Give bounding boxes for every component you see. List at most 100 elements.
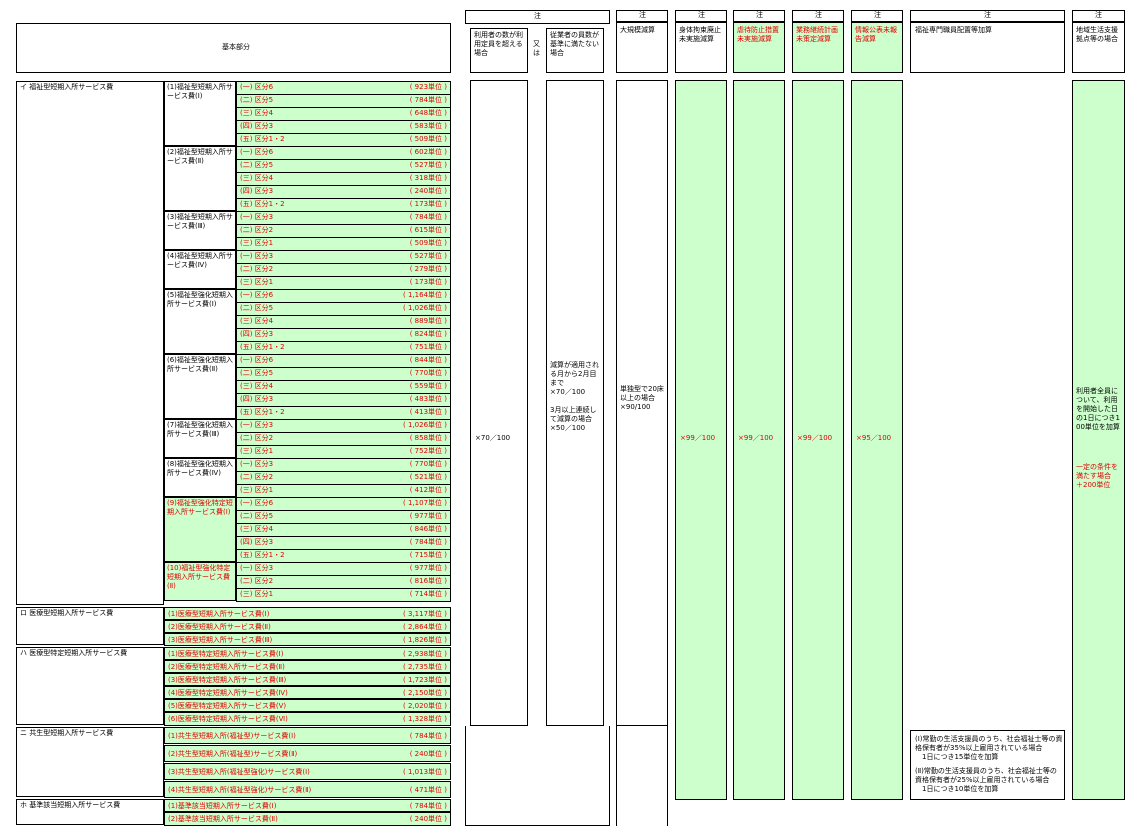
row-value: ( 2,735単位 ) [403, 663, 447, 671]
service-group-label: (6)福祉型強化短期入所サービス費(Ⅱ) [167, 356, 233, 373]
row-value: ( 889単位 ) [409, 317, 447, 325]
row-value: ( 844単位 ) [409, 356, 447, 364]
row-label: (1)医療型短期入所サービス費(Ⅰ) [168, 610, 270, 618]
category-label: ハ 医療型特定短期入所サービス費 [20, 649, 128, 657]
row-value: ( 318単位 ) [409, 174, 447, 182]
service-group-label: (2)福祉型短期入所サービス費(Ⅱ) [167, 148, 233, 165]
table-row: (一) 区分6 ( 1,164単位 ) [236, 289, 451, 303]
row-label: (二) 区分2 [240, 226, 274, 234]
row-value: ( 752単位 ) [409, 447, 447, 455]
table-row: (一) 区分6 ( 602単位 ) [236, 146, 451, 160]
large-scale-label: 大規模減算 [620, 26, 655, 34]
row-value: ( 784単位 ) [409, 538, 447, 546]
service-group-cell: (6)福祉型強化短期入所サービス費(Ⅱ) [164, 354, 236, 419]
row-value: ( 784単位 ) [409, 732, 447, 740]
row-label: (一) 区分3 [240, 213, 274, 221]
row-label: (五) 区分1・2 [240, 343, 285, 351]
row-value: ( 1,107単位 ) [403, 499, 447, 507]
service-group-label: (3)福祉型短期入所サービス費(Ⅲ) [167, 213, 233, 230]
category-label: ロ 医療型短期入所サービス費 [20, 609, 114, 617]
table-row: (一) 区分3 ( 527単位 ) [236, 250, 451, 264]
table-row: (三) 区分1 ( 714単位 ) [236, 588, 451, 602]
row-value: ( 509単位 ) [409, 135, 447, 143]
row-label: (四) 区分3 [240, 330, 274, 338]
welfare-staff-header: 福祉専門職員配置等加算 [910, 22, 1065, 73]
table-row: (二) 区分5 ( 784単位 ) [236, 94, 451, 108]
table-row: (3)医療型特定短期入所サービス費(Ⅲ) ( 1,723単位 ) [164, 673, 451, 686]
row-label: (二) 区分2 [240, 473, 274, 481]
service-group-cell: (7)福祉型強化短期入所サービス費(Ⅲ) [164, 419, 236, 458]
staff-short-column: 減算が適用される月から2月目まで ×70／100 3月以上連続して減算の場合 ×… [546, 80, 604, 726]
service-group-label: (7)福祉型強化短期入所サービス費(Ⅲ) [167, 421, 233, 438]
base-header-cell: 基本部分 [16, 23, 451, 73]
over-capacity-header: 利用者の数が利用定員を超える場合 [470, 28, 528, 73]
row-value: ( 527単位 ) [409, 252, 447, 260]
restraint-header: 身体拘束廃止未実施減算 [675, 22, 727, 73]
table-row: (五) 区分1・2 ( 509単位 ) [236, 133, 451, 147]
table-row: (二) 区分2 ( 858単位 ) [236, 432, 451, 446]
row-label: (4)医療型特定短期入所サービス費(Ⅳ) [168, 689, 288, 697]
service-group-cell: (8)福祉型強化短期入所サービス費(Ⅳ) [164, 458, 236, 497]
over-capacity-value: ×70／100 [475, 434, 511, 442]
row-value: ( 2,938単位 ) [403, 650, 447, 658]
welfare-staff-box: (Ⅰ)常勤の生活支援員のうち、社会福祉士等の資格保有者が35%以上雇用されている… [910, 730, 1065, 800]
regional-column: 利用者全員について、利用を開始した日の1日につき100単位を加算 一定の条件を満… [1072, 80, 1125, 800]
table-row: (三) 区分4 ( 648単位 ) [236, 107, 451, 121]
row-label: (2)医療型短期入所サービス費(Ⅱ) [168, 623, 271, 631]
service-group-cell: (1)福祉型短期入所サービス費(Ⅰ) [164, 81, 236, 146]
large-scale-header: 大規模減算 [616, 22, 668, 73]
large-scale-value: 単独型で20床以上の場合 ×90/100 [620, 385, 664, 411]
row-label: (3)医療型特定短期入所サービス費(Ⅲ) [168, 676, 287, 684]
table-row: (二) 区分5 ( 527単位 ) [236, 159, 451, 173]
row-label: (1)共生型短期入所(福祉型)サービス費(Ⅰ) [168, 732, 296, 740]
row-value: ( 559単位 ) [409, 382, 447, 390]
table-row: (2)医療型特定短期入所サービス費(Ⅱ) ( 2,735単位 ) [164, 660, 451, 673]
table-row: (二) 区分2 ( 615単位 ) [236, 224, 451, 238]
row-label: (二) 区分2 [240, 577, 274, 585]
row-value: ( 1,164単位 ) [403, 291, 447, 299]
row-label: (四) 区分3 [240, 122, 274, 130]
note-header-regional: 注 [1072, 10, 1125, 22]
row-label: (三) 区分1 [240, 447, 274, 455]
service-group-cell: (4)福祉型短期入所サービス費(Ⅳ) [164, 250, 236, 289]
row-label: (一) 区分6 [240, 356, 274, 364]
table-row: (一) 区分6 ( 923単位 ) [236, 81, 451, 95]
row-label: (三) 区分4 [240, 109, 274, 117]
service-group-cell: (2)福祉型短期入所サービス費(Ⅱ) [164, 146, 236, 211]
restraint-column: ×99／100 [675, 80, 727, 800]
row-value: ( 527単位 ) [409, 161, 447, 169]
row-value: ( 715単位 ) [409, 551, 447, 559]
table-row: (五) 区分1・2 ( 751単位 ) [236, 341, 451, 355]
note-header-welfare: 注 [910, 10, 1065, 22]
table-row: (1)医療型特定短期入所サービス費(Ⅰ) ( 2,938単位 ) [164, 647, 451, 660]
row-label: (二) 区分5 [240, 161, 274, 169]
large-scale-bottom [616, 726, 668, 826]
category-cell: ロ 医療型短期入所サービス費 [16, 607, 164, 645]
table-row: (五) 区分1・2 ( 413単位 ) [236, 406, 451, 420]
table-row: (五) 区分1・2 ( 715単位 ) [236, 549, 451, 563]
service-group-label: (4)福祉型短期入所サービス費(Ⅳ) [167, 252, 233, 269]
table-row: (4)共生型短期入所(福祉型強化)サービス費(Ⅱ) ( 471単位 ) [164, 781, 451, 798]
large-scale-column: 単独型で20床以上の場合 ×90/100 [616, 80, 668, 726]
table-row: (2)基準該当短期入所サービス費(Ⅱ) ( 240単位 ) [164, 812, 451, 826]
row-label: (四) 区分3 [240, 395, 274, 403]
note-header-restraint: 注 [675, 10, 727, 22]
row-label: (2)共生型短期入所(福祉型)サービス費(Ⅱ) [168, 750, 298, 758]
table-row: (一) 区分3 ( 770単位 ) [236, 458, 451, 472]
table-row: (1)医療型短期入所サービス費(Ⅰ) ( 3,117単位 ) [164, 607, 451, 620]
row-label: (三) 区分4 [240, 317, 274, 325]
bcp-value: ×99／100 [797, 434, 833, 442]
table-row: (2)医療型短期入所サービス費(Ⅱ) ( 2,864単位 ) [164, 620, 451, 633]
table-row: (一) 区分3 ( 1,026単位 ) [236, 419, 451, 433]
row-label: (二) 区分5 [240, 512, 274, 520]
service-group-cell: (9)福祉型強化特定短期入所サービス費(Ⅰ) [164, 497, 236, 562]
row-label: (三) 区分4 [240, 525, 274, 533]
category-label: イ 福祉型短期入所サービス費 [20, 83, 114, 91]
info-pub-header: 情報公表未報告減算 [851, 22, 903, 73]
row-label: (1)医療型特定短期入所サービス費(Ⅰ) [168, 650, 284, 658]
info-pub-column: ×95／100 [851, 80, 903, 800]
row-value: ( 240単位 ) [409, 750, 447, 758]
category-label: ニ 共生型短期入所サービス費 [20, 729, 114, 737]
row-label: (2)基準該当短期入所サービス費(Ⅱ) [168, 815, 278, 823]
regional-header: 地域生活支援拠点等の場合 [1072, 22, 1125, 73]
